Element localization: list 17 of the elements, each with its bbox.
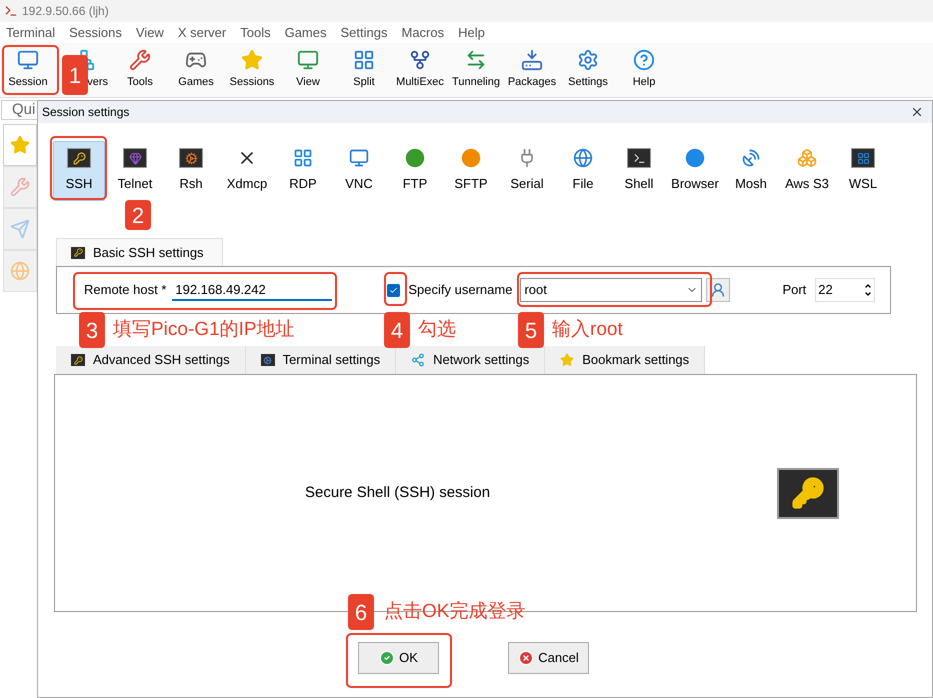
step-number: 6 [348,594,374,630]
step-caption: 点击OK完成登录 [384,600,526,624]
step-number: 5 [518,312,544,348]
step-number: 2 [125,200,151,230]
step-caption: 填写Pico-G1的IP地址 [113,318,295,342]
dialog-title: Session settings [42,104,130,121]
specify-username-label: Specify username [408,281,512,300]
step-caption: 输入root [552,318,623,342]
step-number: 3 [79,312,105,348]
step-caption: 勾选 [418,318,456,342]
remote-host-label: Remote host * [84,281,166,300]
port-label: Port [782,281,806,300]
tab-label: Basic SSH settings [93,244,204,262]
step-number: 1 [62,55,88,95]
step-number: 4 [384,312,410,348]
session-description: Secure Shell (SSH) session [305,482,490,503]
window-title: 192.9.50.66 (ljh) [22,3,109,20]
